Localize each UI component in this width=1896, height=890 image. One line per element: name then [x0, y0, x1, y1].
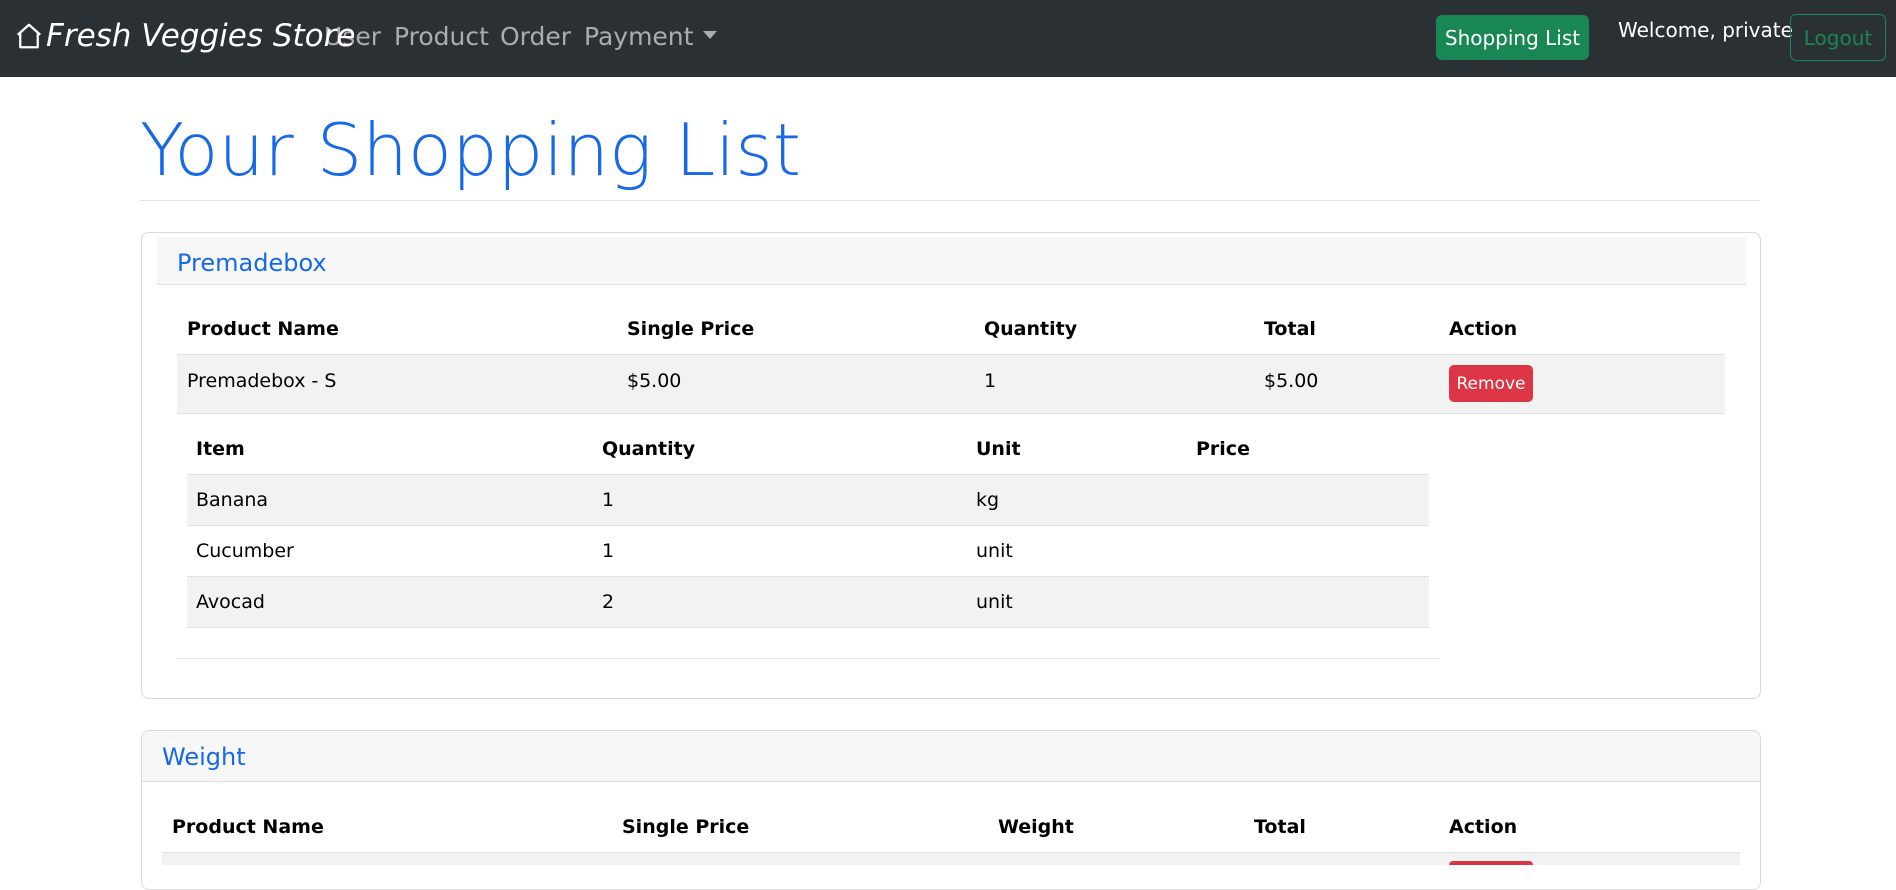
item-name: Banana: [196, 489, 269, 511]
item-unit: unit: [976, 591, 1013, 613]
item-name: Avocad: [196, 591, 265, 613]
item-quantity: 1: [602, 489, 615, 511]
remove-button[interactable]: Remove: [1449, 365, 1533, 402]
col-action: Action: [1449, 318, 1518, 340]
nav-order[interactable]: Order: [500, 22, 571, 51]
col-price: Price: [1196, 438, 1250, 460]
item-unit: unit: [976, 540, 1013, 562]
row-single-price: $5.00: [627, 370, 682, 392]
nav-user[interactable]: User: [324, 22, 381, 51]
col-product-name: Product Name: [187, 318, 339, 340]
row-quantity: 1: [984, 370, 997, 392]
item-quantity: 2: [602, 591, 615, 613]
chevron-down-icon: [703, 31, 718, 39]
col-item-quantity: Quantity: [602, 438, 696, 460]
col-quantity: Quantity: [984, 318, 1078, 340]
weight-col-action: Action: [1449, 816, 1518, 838]
items-table-bottom-divider: [177, 658, 1439, 659]
weight-card: Weight: [141, 730, 1761, 890]
item-unit: kg: [976, 489, 1000, 511]
brand-link[interactable]: Fresh Veggies Store: [14, 18, 355, 54]
col-item: Item: [196, 438, 245, 460]
item-divider: [187, 627, 1429, 628]
list-item: [187, 475, 1429, 525]
weight-remove-button[interactable]: [1449, 861, 1533, 865]
navbar: Fresh Veggies Store User Product Order P…: [0, 0, 1896, 77]
item-divider: [187, 525, 1429, 526]
premadebox-card-header: Premadebox: [157, 237, 1746, 285]
item-name: Cucumber: [196, 540, 294, 562]
title-divider: [140, 200, 1760, 201]
home-icon: [17, 23, 41, 49]
page-title: Your Shopping List: [140, 108, 801, 192]
list-item: [187, 577, 1429, 627]
weight-col-product-name: Product Name: [172, 816, 324, 838]
nav-payment-label: Payment: [584, 22, 694, 51]
weight-title: Weight: [162, 743, 246, 771]
logout-button[interactable]: Logout: [1790, 14, 1886, 61]
weight-col-single-price: Single Price: [622, 816, 750, 838]
col-unit: Unit: [976, 438, 1021, 460]
premadebox-card: Premadebox: [141, 232, 1761, 699]
item-quantity: 1: [602, 540, 615, 562]
weight-col-weight: Weight: [998, 816, 1074, 838]
welcome-text: Welcome, private: [1618, 18, 1793, 42]
row-product-name: Premadebox - S: [187, 370, 337, 392]
col-single-price: Single Price: [627, 318, 755, 340]
brand-text: Fresh Veggies Store: [46, 18, 356, 54]
row-total: $5.00: [1264, 370, 1319, 392]
weight-card-header: Weight: [142, 731, 1760, 782]
row-divider: [177, 413, 1725, 414]
premadebox-title: Premadebox: [177, 249, 327, 277]
nav-payment-dropdown[interactable]: Payment: [584, 22, 718, 51]
weight-col-total: Total: [1254, 816, 1306, 838]
nav-product[interactable]: Product: [394, 22, 489, 51]
col-total: Total: [1264, 318, 1316, 340]
shopping-list-button[interactable]: Shopping List: [1436, 15, 1589, 60]
